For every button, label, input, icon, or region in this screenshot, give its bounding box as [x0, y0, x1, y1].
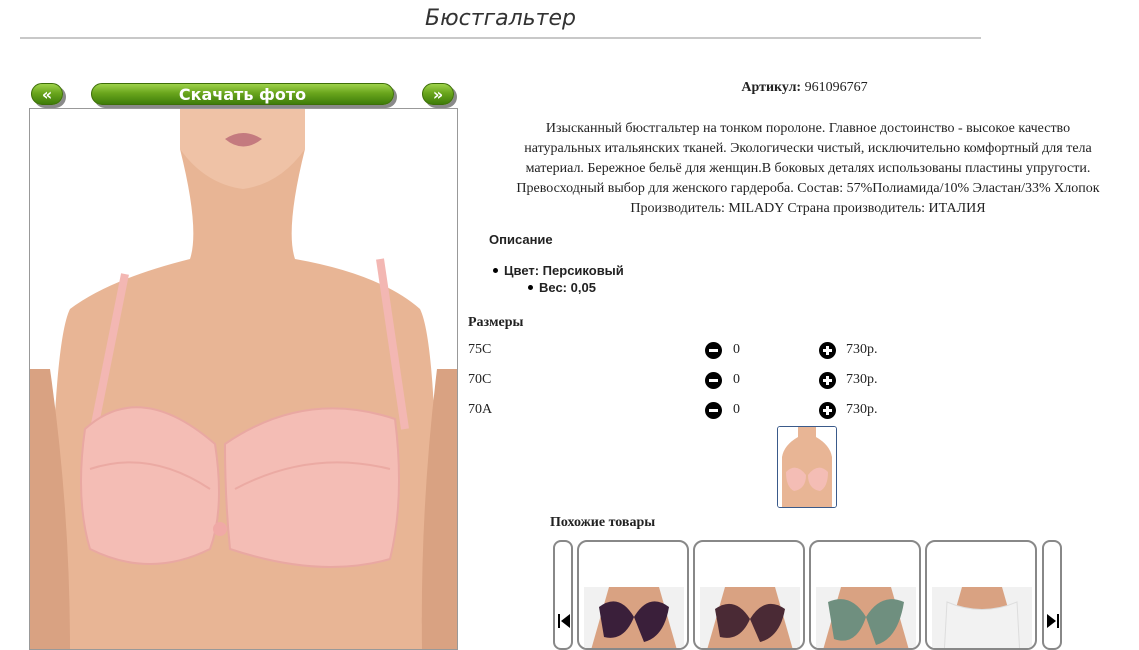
description-line: материал. Бережное бельё для женщин.В бо…	[525, 161, 1091, 176]
size-name: 70C	[468, 372, 492, 387]
size-row: 70A 0 730р.	[468, 402, 908, 422]
size-price: 730р.	[846, 402, 878, 417]
prev-photo-button[interactable]: «	[31, 83, 63, 105]
size-price: 730р.	[846, 372, 878, 387]
details-heading: Описание	[489, 232, 553, 247]
skip-back-icon	[558, 614, 570, 628]
plus-icon[interactable]	[819, 402, 836, 419]
description-line: натуральных итальянских тканей. Экологич…	[524, 141, 1092, 156]
similar-item[interactable]	[693, 540, 805, 650]
similar-item[interactable]	[809, 540, 921, 650]
detail-weight: Вес: 0,05	[528, 280, 596, 295]
detail-color-text: Цвет: Персиковый	[504, 263, 624, 278]
minus-icon[interactable]	[705, 342, 722, 359]
size-name: 75C	[468, 342, 492, 357]
page-title: Бюстгальтер	[425, 6, 576, 31]
similar-item-image	[932, 587, 1032, 648]
similar-item[interactable]	[577, 540, 689, 650]
bullet-icon	[528, 285, 533, 291]
similar-item-image	[584, 587, 684, 648]
detail-weight-text: Вес: 0,05	[539, 280, 596, 295]
next-photo-button[interactable]: »	[422, 83, 454, 105]
size-name: 70A	[468, 402, 493, 417]
description-line: Превосходный выбор для женского гардероб…	[516, 181, 1100, 196]
similar-heading: Похожие товары	[550, 515, 656, 530]
description-line: Производитель: MILADY Страна производите…	[630, 201, 986, 216]
product-description: Изысканный бюстгальтер на тонком поролон…	[470, 119, 1139, 219]
plus-icon[interactable]	[819, 342, 836, 359]
size-quantity: 0	[733, 342, 740, 357]
size-quantity: 0	[733, 402, 740, 417]
sizes-heading: Размеры	[468, 315, 524, 330]
size-quantity: 0	[733, 372, 740, 387]
carousel-next-button[interactable]	[1042, 540, 1062, 650]
product-photo-image	[30, 109, 457, 649]
plus-icon[interactable]	[819, 372, 836, 389]
download-photo-button[interactable]: Скачать фото	[91, 83, 394, 105]
product-thumbnail[interactable]	[777, 426, 837, 508]
article-label: Артикул:	[741, 80, 802, 95]
detail-color: Цвет: Персиковый	[493, 263, 624, 278]
description-line: Изысканный бюстгальтер на тонком поролон…	[545, 121, 1071, 136]
minus-icon[interactable]	[705, 372, 722, 389]
size-price: 730р.	[846, 342, 878, 357]
size-row: 75C 0 730р.	[468, 342, 908, 362]
similar-item[interactable]	[925, 540, 1037, 650]
size-row: 70C 0 730р.	[468, 372, 908, 392]
carousel-prev-button[interactable]	[553, 540, 573, 650]
title-divider	[20, 37, 981, 39]
skip-forward-icon	[1047, 614, 1059, 628]
product-photo	[29, 108, 458, 650]
similar-item-image	[816, 587, 916, 648]
similar-item-image	[700, 587, 800, 648]
bullet-icon	[493, 268, 498, 274]
article-line: Артикул: 961096767	[470, 80, 1139, 96]
thumbnail-image	[778, 427, 836, 507]
article-value: 961096767	[804, 80, 868, 95]
minus-icon[interactable]	[705, 402, 722, 419]
